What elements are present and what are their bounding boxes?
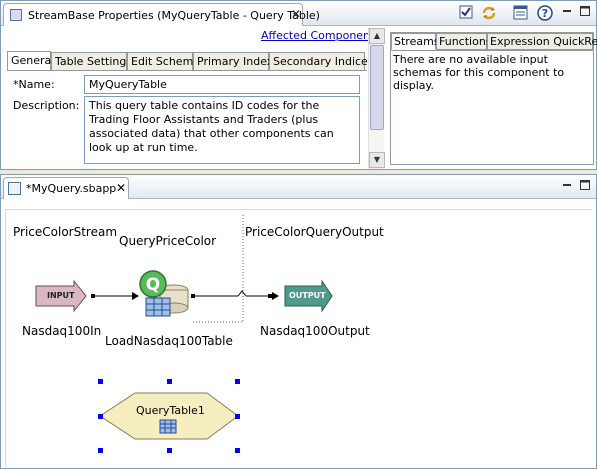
- tab-edit-schema[interactable]: Edit Schema: [127, 52, 200, 70]
- properties-main-panel: Affected Components General Table Settin…: [4, 28, 384, 169]
- scroll-thumb[interactable]: [370, 45, 384, 130]
- scroll-up-icon[interactable]: ▲: [369, 28, 385, 44]
- query-table-label[interactable]: QueryTable1: [136, 404, 205, 417]
- load-table-label[interactable]: LoadNasdaq100Table: [105, 334, 233, 348]
- tab-divider: [7, 70, 367, 71]
- name-field[interactable]: MyQueryTable: [84, 75, 360, 94]
- diagram-graphics: Q: [35, 215, 333, 453]
- nasdaq-in-label[interactable]: Nasdaq100In: [22, 324, 101, 338]
- checkbox-toggle-icon[interactable]: [457, 5, 475, 23]
- sync-icon[interactable]: [480, 5, 498, 23]
- tab-streams[interactable]: Streams: [391, 33, 440, 50]
- maximize-icon[interactable]: [576, 179, 594, 197]
- no-schema-message: There are no available input schemas for…: [393, 53, 565, 92]
- properties-icon: [10, 9, 22, 21]
- side-tab-divider: [391, 50, 593, 51]
- query-link-dotted: [191, 215, 244, 323]
- editor-titlebar: *MyQuery.sbapp ✕: [1, 175, 596, 199]
- tab-functions[interactable]: Functions: [436, 33, 492, 50]
- svg-text:Q: Q: [146, 275, 160, 295]
- output-badge-text: OUTPUT: [289, 291, 326, 300]
- properties-titlebar: StreamBase Properties (MyQueryTable - Qu…: [1, 1, 596, 26]
- description-field[interactable]: This query table contains ID codes for t…: [84, 96, 360, 164]
- maximize-icon[interactable]: [576, 5, 594, 23]
- table-view-icon[interactable]: [511, 5, 529, 23]
- scroll-down-icon[interactable]: ▼: [369, 152, 385, 168]
- close-icon[interactable]: ✕: [291, 7, 301, 21]
- description-label: Description:: [13, 99, 80, 112]
- minimize-icon[interactable]: [558, 179, 576, 197]
- close-icon[interactable]: ✕: [116, 181, 126, 195]
- minimize-icon[interactable]: [558, 5, 576, 23]
- sbapp-file-icon: [8, 182, 21, 195]
- properties-tabs: General Table Settings Edit Schema Prima…: [7, 51, 374, 71]
- properties-view-tab[interactable]: StreamBase Properties (MyQueryTable - Qu…: [3, 3, 320, 26]
- price-color-query-output-label[interactable]: PriceColorQueryOutput: [245, 225, 384, 239]
- help-icon[interactable]: ?: [536, 5, 554, 23]
- query-component-icon: Q: [139, 270, 189, 317]
- query-price-color-label[interactable]: QueryPriceColor: [119, 234, 216, 248]
- svg-text:?: ?: [542, 7, 548, 20]
- schema-side-panel: Streams Functions Expression QuickRef Th…: [390, 32, 597, 165]
- properties-view: StreamBase Properties (MyQueryTable - Qu…: [0, 0, 597, 170]
- diagram-canvas[interactable]: Q PriceColorStream QueryPriceColor Price…: [5, 209, 592, 467]
- editor-tab-title: *MyQuery.sbapp: [26, 182, 117, 195]
- affected-components-link[interactable]: Affected Components: [261, 29, 380, 42]
- editor-view: *MyQuery.sbapp ✕ Q PriceColorStream Quer…: [0, 174, 597, 469]
- editor-tab[interactable]: *MyQuery.sbapp ✕: [3, 177, 129, 199]
- input-badge-text: INPUT: [47, 291, 75, 300]
- nasdaq-out-label[interactable]: Nasdaq100Output: [260, 324, 370, 338]
- tab-table-settings[interactable]: Table Settings: [51, 52, 132, 70]
- tab-expression-quickref[interactable]: Expression QuickRef: [487, 33, 597, 50]
- price-color-stream-label[interactable]: PriceColorStream: [13, 225, 117, 239]
- properties-title: StreamBase Properties (MyQueryTable - Qu…: [28, 9, 320, 22]
- name-label: *Name:: [13, 78, 55, 91]
- side-tabs: Streams Functions Expression QuickRef: [391, 33, 597, 51]
- properties-scrollbar[interactable]: ▲ ▼: [368, 28, 385, 169]
- tab-secondary-indices[interactable]: Secondary Indices: [269, 52, 374, 70]
- tab-general[interactable]: General: [7, 51, 54, 71]
- tab-primary-index[interactable]: Primary Index: [193, 52, 273, 70]
